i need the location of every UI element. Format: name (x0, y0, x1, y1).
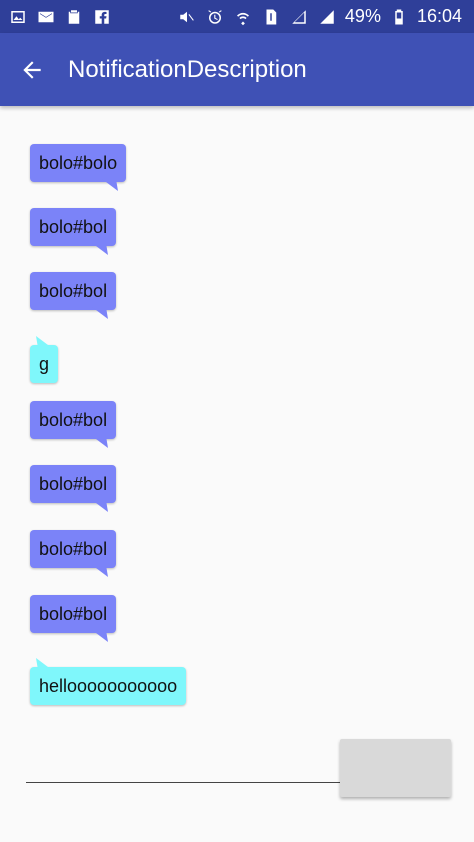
page-title: NotificationDescription (68, 55, 307, 83)
signal-icon (289, 7, 309, 27)
battery-percent: 49% (344, 6, 381, 26)
bubble-tail (92, 500, 109, 512)
mail-icon (36, 7, 56, 27)
facebook-icon (92, 7, 112, 27)
message-text: bolo#bolo (39, 152, 118, 173)
image-notification-icon (8, 7, 28, 27)
bubble-tail (102, 179, 119, 191)
message-text: bolo#bol (39, 280, 108, 301)
message-bubble-sent[interactable]: bolo#bol (30, 208, 117, 255)
signal-strength-icon (317, 7, 337, 27)
message-list[interactable]: bolo#bolo bolo#bol bolo#bol g bolo#bol b… (0, 106, 474, 726)
status-left-icons (8, 7, 112, 27)
bubble-tail (36, 336, 52, 348)
wifi-icon (233, 7, 253, 27)
message-bubble-sent[interactable]: bolo#bol (30, 595, 117, 642)
bubble-tail (92, 630, 109, 642)
battery-icon (389, 7, 409, 27)
message-bubble-sent[interactable]: bolo#bol (30, 272, 117, 319)
status-bar: 49% 16:04 (0, 0, 474, 33)
sim-icon (261, 7, 281, 27)
message-input[interactable] (26, 782, 340, 783)
bubble-tail (36, 658, 52, 670)
send-button[interactable] (340, 739, 451, 797)
message-bubble-sent[interactable]: bolo#bol (30, 401, 117, 448)
alarm-icon (205, 7, 225, 27)
arrow-back-icon (23, 60, 41, 79)
mute-icon (177, 7, 197, 27)
message-text: bolo#bol (39, 603, 108, 624)
bubble-tail (92, 307, 109, 319)
message-text: bolo#bol (39, 538, 108, 559)
bubble-tail (92, 436, 109, 448)
back-button[interactable] (0, 33, 64, 106)
message-bubble-sent[interactable]: bolo#bolo (30, 144, 127, 191)
status-time: 16:04 (416, 6, 462, 26)
bubble-tail (92, 565, 109, 577)
clipboard-icon (64, 7, 84, 27)
message-bubble-received[interactable]: g (30, 336, 59, 383)
message-bubble-sent[interactable]: bolo#bol (30, 465, 117, 512)
bubble-tail (92, 243, 109, 255)
message-bubble-received[interactable]: hellooooooooooo (30, 658, 187, 705)
message-text: bolo#bol (39, 409, 108, 430)
message-text: g (39, 353, 50, 374)
app-bar: NotificationDescription (0, 33, 474, 106)
message-bubble-sent[interactable]: bolo#bol (30, 530, 117, 577)
message-text: bolo#bol (39, 473, 108, 494)
message-text: bolo#bol (39, 216, 108, 237)
status-right-icons: 49% 16:04 (177, 6, 462, 27)
message-text: hellooooooooooo (39, 675, 178, 696)
